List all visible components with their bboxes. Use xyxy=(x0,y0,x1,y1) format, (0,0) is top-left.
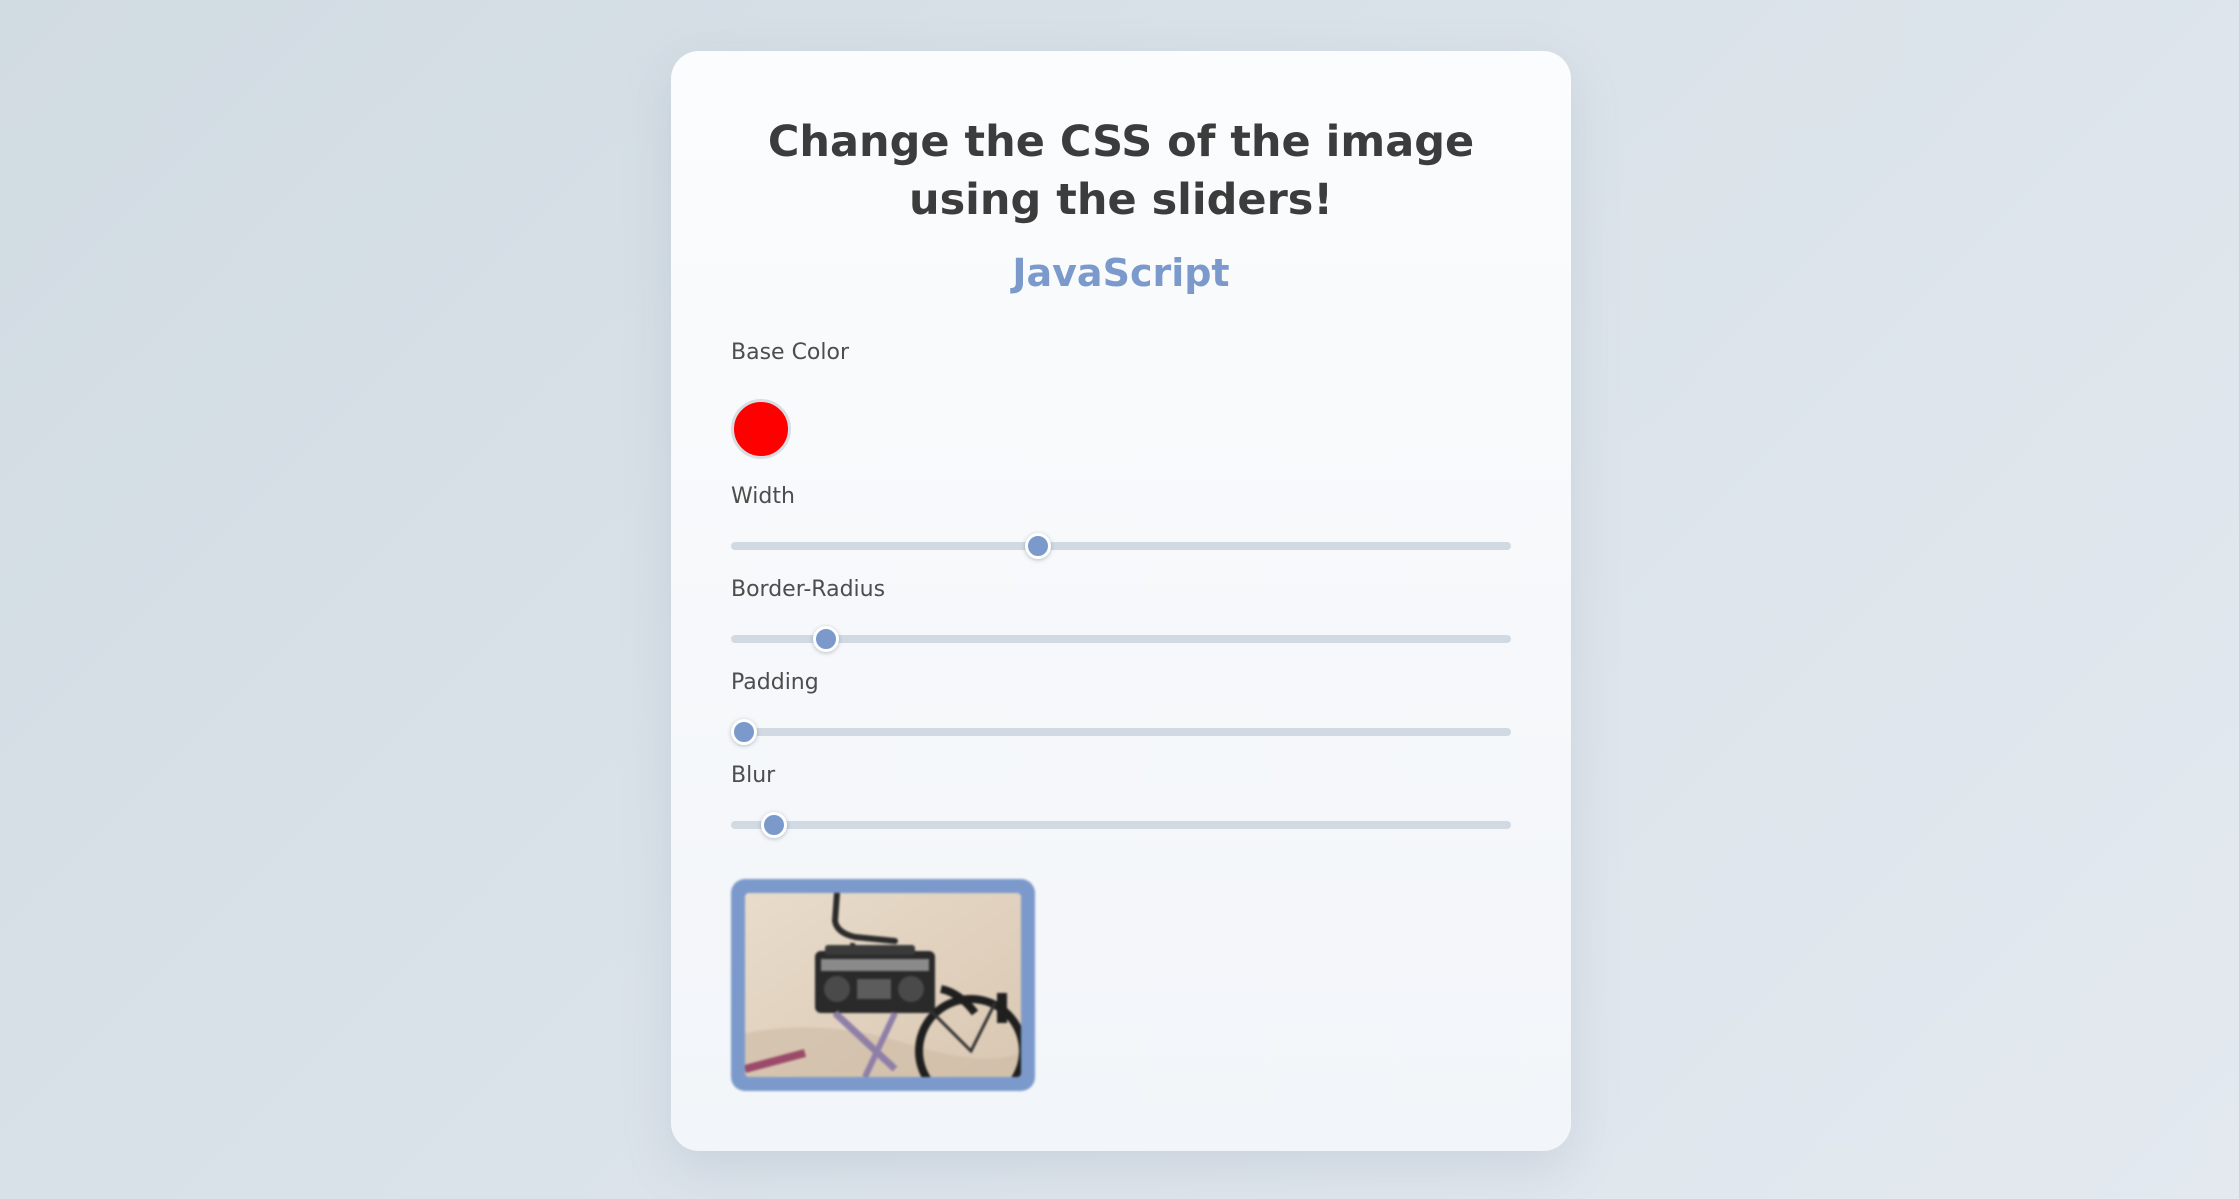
blur-label: Blur xyxy=(731,763,776,788)
blur-slider[interactable] xyxy=(731,810,1511,840)
width-slider[interactable] xyxy=(731,531,1511,561)
border-radius-slider-thumb[interactable] xyxy=(813,626,840,652)
bicycle-boombox-photo-icon xyxy=(745,893,1021,1077)
blur-slider-thumb[interactable] xyxy=(760,812,787,838)
padding-slider-track[interactable] xyxy=(731,728,1511,736)
border-radius-slider-track[interactable] xyxy=(731,635,1511,643)
page-title: Change the CSS of the image using the sl… xyxy=(767,117,1475,225)
width-slider-track[interactable] xyxy=(731,542,1511,550)
border-radius-slider[interactable] xyxy=(731,624,1511,654)
base-color-picker[interactable] xyxy=(731,399,791,459)
preview-image xyxy=(745,893,1021,1077)
main-card: Change the CSS of the image using the sl… xyxy=(671,51,1571,1151)
blur-slider-track[interactable] xyxy=(731,821,1511,829)
page-subtitle: JavaScript xyxy=(1012,251,1230,295)
padding-label: Padding xyxy=(731,670,819,695)
base-color-label: Base Color xyxy=(731,340,850,365)
border-radius-label: Border-Radius xyxy=(731,577,886,602)
preview-image-frame xyxy=(731,879,1035,1091)
width-slider-thumb[interactable] xyxy=(1024,533,1051,559)
padding-slider[interactable] xyxy=(731,717,1511,747)
width-label: Width xyxy=(731,484,795,509)
padding-slider-thumb[interactable] xyxy=(731,719,758,745)
